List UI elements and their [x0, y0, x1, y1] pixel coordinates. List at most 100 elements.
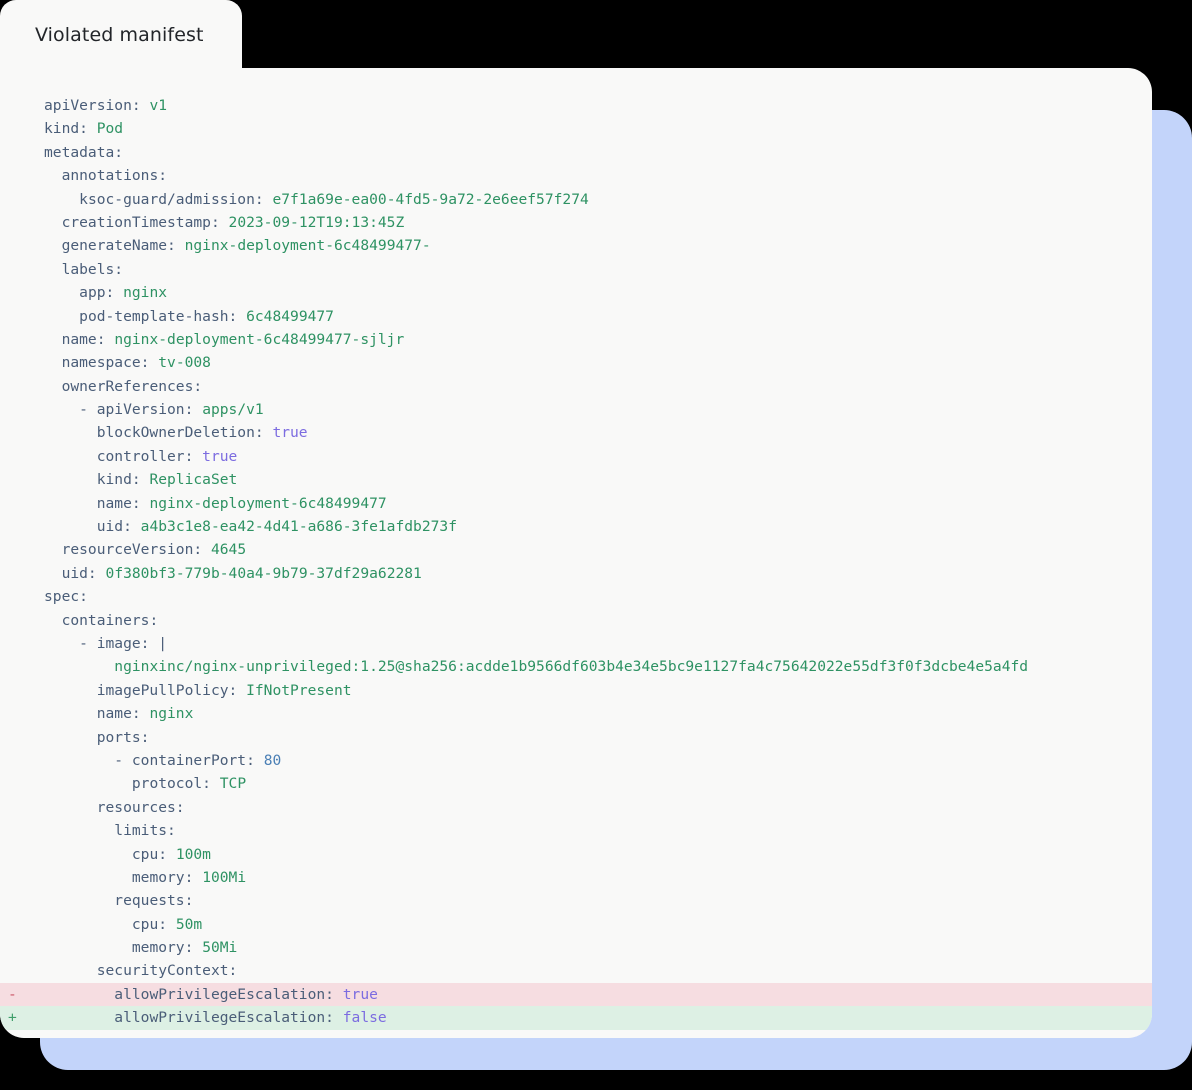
- code-token: creationTimestamp:: [61, 213, 220, 231]
- code-token: imagePullPolicy:: [96, 681, 238, 699]
- code-line-content: uid: a4b3c1e8-ea42-4d41-a686-3fe1afdb273…: [44, 518, 457, 535]
- code-line-content: ksoc-guard/admission: e7f1a69e-ea00-4fd5…: [44, 191, 589, 208]
- code-token: apps/v1: [202, 401, 264, 419]
- code-line-content: allowPrivilegeEscalation: true: [44, 986, 378, 1003]
- code-line: app: nginx: [0, 281, 1152, 304]
- code-token: apiVersion:: [44, 97, 141, 114]
- code-token: nginxinc/nginx-unprivileged:1.25@sha256:…: [114, 658, 1029, 676]
- code-line: memory: 50Mi: [0, 936, 1152, 959]
- code-token: allowPrivilegeEscalation:: [114, 1009, 334, 1027]
- code-line-removed: - allowPrivilegeEscalation: true: [0, 982, 1152, 1007]
- code-line: uid: a4b3c1e8-ea42-4d41-a686-3fe1afdb273…: [0, 515, 1152, 538]
- code-token: nginx-deployment-6c48499477-: [184, 237, 431, 255]
- code-token: resources:: [96, 798, 185, 816]
- code-line: ports:: [0, 726, 1152, 749]
- code-token: containers:: [61, 611, 159, 629]
- code-line-content: ports:: [44, 729, 150, 746]
- code-line: kind: ReplicaSet: [0, 468, 1152, 491]
- code-line: - containerPort: 80: [0, 749, 1152, 772]
- code-token: TCP: [219, 775, 247, 793]
- screenshot-root: Violated manifest apiVersion: v1 kind: Po…: [0, 0, 1192, 1090]
- code-line-content: - containerPort: 80: [44, 752, 281, 769]
- code-line: creationTimestamp: 2023-09-12T19:13:45Z: [0, 211, 1152, 234]
- code-line: - image: |: [0, 632, 1152, 655]
- code-token: protocol:: [131, 775, 211, 793]
- code-line-content: nginxinc/nginx-unprivileged:1.25@sha256:…: [44, 658, 1028, 675]
- code-line: annotations:: [0, 164, 1152, 187]
- code-token: memory:: [131, 939, 194, 957]
- code-line: protocol: TCP: [0, 772, 1152, 795]
- code-line-added: + allowPrivilegeEscalation: false: [0, 1006, 1152, 1030]
- code-line-content: memory: 50Mi: [44, 939, 237, 956]
- code-line: imagePullPolicy: IfNotPresent: [0, 679, 1152, 702]
- code-token: -: [114, 751, 132, 769]
- code-line-content: labels:: [44, 260, 124, 278]
- code-line-content: name: nginx: [44, 705, 194, 723]
- code-token: securityContext:: [96, 962, 238, 980]
- code-token: nginx-deployment-6c48499477-sjljr: [114, 330, 405, 348]
- code-line-content: - image: |: [44, 635, 167, 652]
- code-token: uid:: [96, 518, 132, 536]
- manifest-card: apiVersion: v1 kind: Pod metadata: annotat…: [0, 68, 1152, 1038]
- code-line: limits:: [0, 819, 1152, 842]
- code-token: pod-template-hash:: [79, 307, 238, 325]
- code-line-content: securityContext:: [44, 962, 238, 980]
- code-line-content: allowPrivilegeEscalation: false: [44, 1009, 386, 1027]
- code-line: controller: true: [0, 445, 1152, 468]
- code-line-content: blockOwnerDeletion: true: [44, 424, 308, 441]
- code-token: name:: [96, 705, 141, 723]
- code-line-content: name: nginx-deployment-6c48499477-sjljr: [44, 330, 405, 348]
- code-line-content: creationTimestamp: 2023-09-12T19:13:45Z: [44, 213, 405, 231]
- code-token: labels:: [61, 260, 124, 278]
- code-line: securityContext:: [0, 959, 1152, 982]
- code-line: metadata:: [0, 141, 1152, 164]
- code-token: true: [272, 424, 308, 442]
- manifest-code-block[interactable]: apiVersion: v1 kind: Pod metadata: annotat…: [0, 94, 1152, 1030]
- code-line-content: - apiVersion: apps/v1: [44, 401, 264, 418]
- code-token: e7f1a69e-ea00-4fd5-9a72-2e6eef57f274: [272, 190, 589, 208]
- code-token: uid:: [61, 564, 97, 582]
- code-line-content: metadata:: [44, 144, 123, 161]
- code-line-content: name: nginx-deployment-6c48499477: [44, 495, 387, 512]
- code-line-content: kind: ReplicaSet: [44, 471, 238, 488]
- code-token: name:: [61, 330, 106, 348]
- code-token: apiVersion:: [96, 401, 194, 419]
- diff-plus-marker: +: [8, 1009, 17, 1027]
- code-token: 6c48499477: [246, 307, 334, 325]
- code-token: 0f380bf3-779b-40a4-9b79-37df29a62281: [105, 564, 422, 582]
- code-line: namespace: tv-008: [0, 351, 1152, 374]
- code-line: cpu: 50m: [0, 913, 1152, 936]
- code-line: resourceVersion: 4645: [0, 538, 1152, 561]
- code-token: namespace:: [61, 354, 150, 372]
- code-line: requests:: [0, 889, 1152, 912]
- code-token: 50m: [175, 915, 203, 933]
- code-token: 2023-09-12T19:13:45Z: [228, 213, 405, 231]
- code-line-content: requests:: [44, 892, 193, 909]
- code-line: pod-template-hash: 6c48499477: [0, 305, 1152, 328]
- code-line-content: limits:: [44, 822, 176, 839]
- code-line-content: pod-template-hash: 6c48499477: [44, 308, 334, 325]
- code-line: name: nginx-deployment-6c48499477-sjljr: [0, 328, 1152, 351]
- code-line-content: spec:: [44, 588, 88, 605]
- code-line-content: cpu: 50m: [44, 916, 202, 933]
- code-line-content: namespace: tv-008: [44, 354, 211, 371]
- code-token: -: [79, 634, 97, 652]
- code-token: memory:: [131, 868, 194, 886]
- tab-violated-manifest[interactable]: Violated manifest: [0, 0, 242, 69]
- code-line: generateName: nginx-deployment-6c4849947…: [0, 234, 1152, 257]
